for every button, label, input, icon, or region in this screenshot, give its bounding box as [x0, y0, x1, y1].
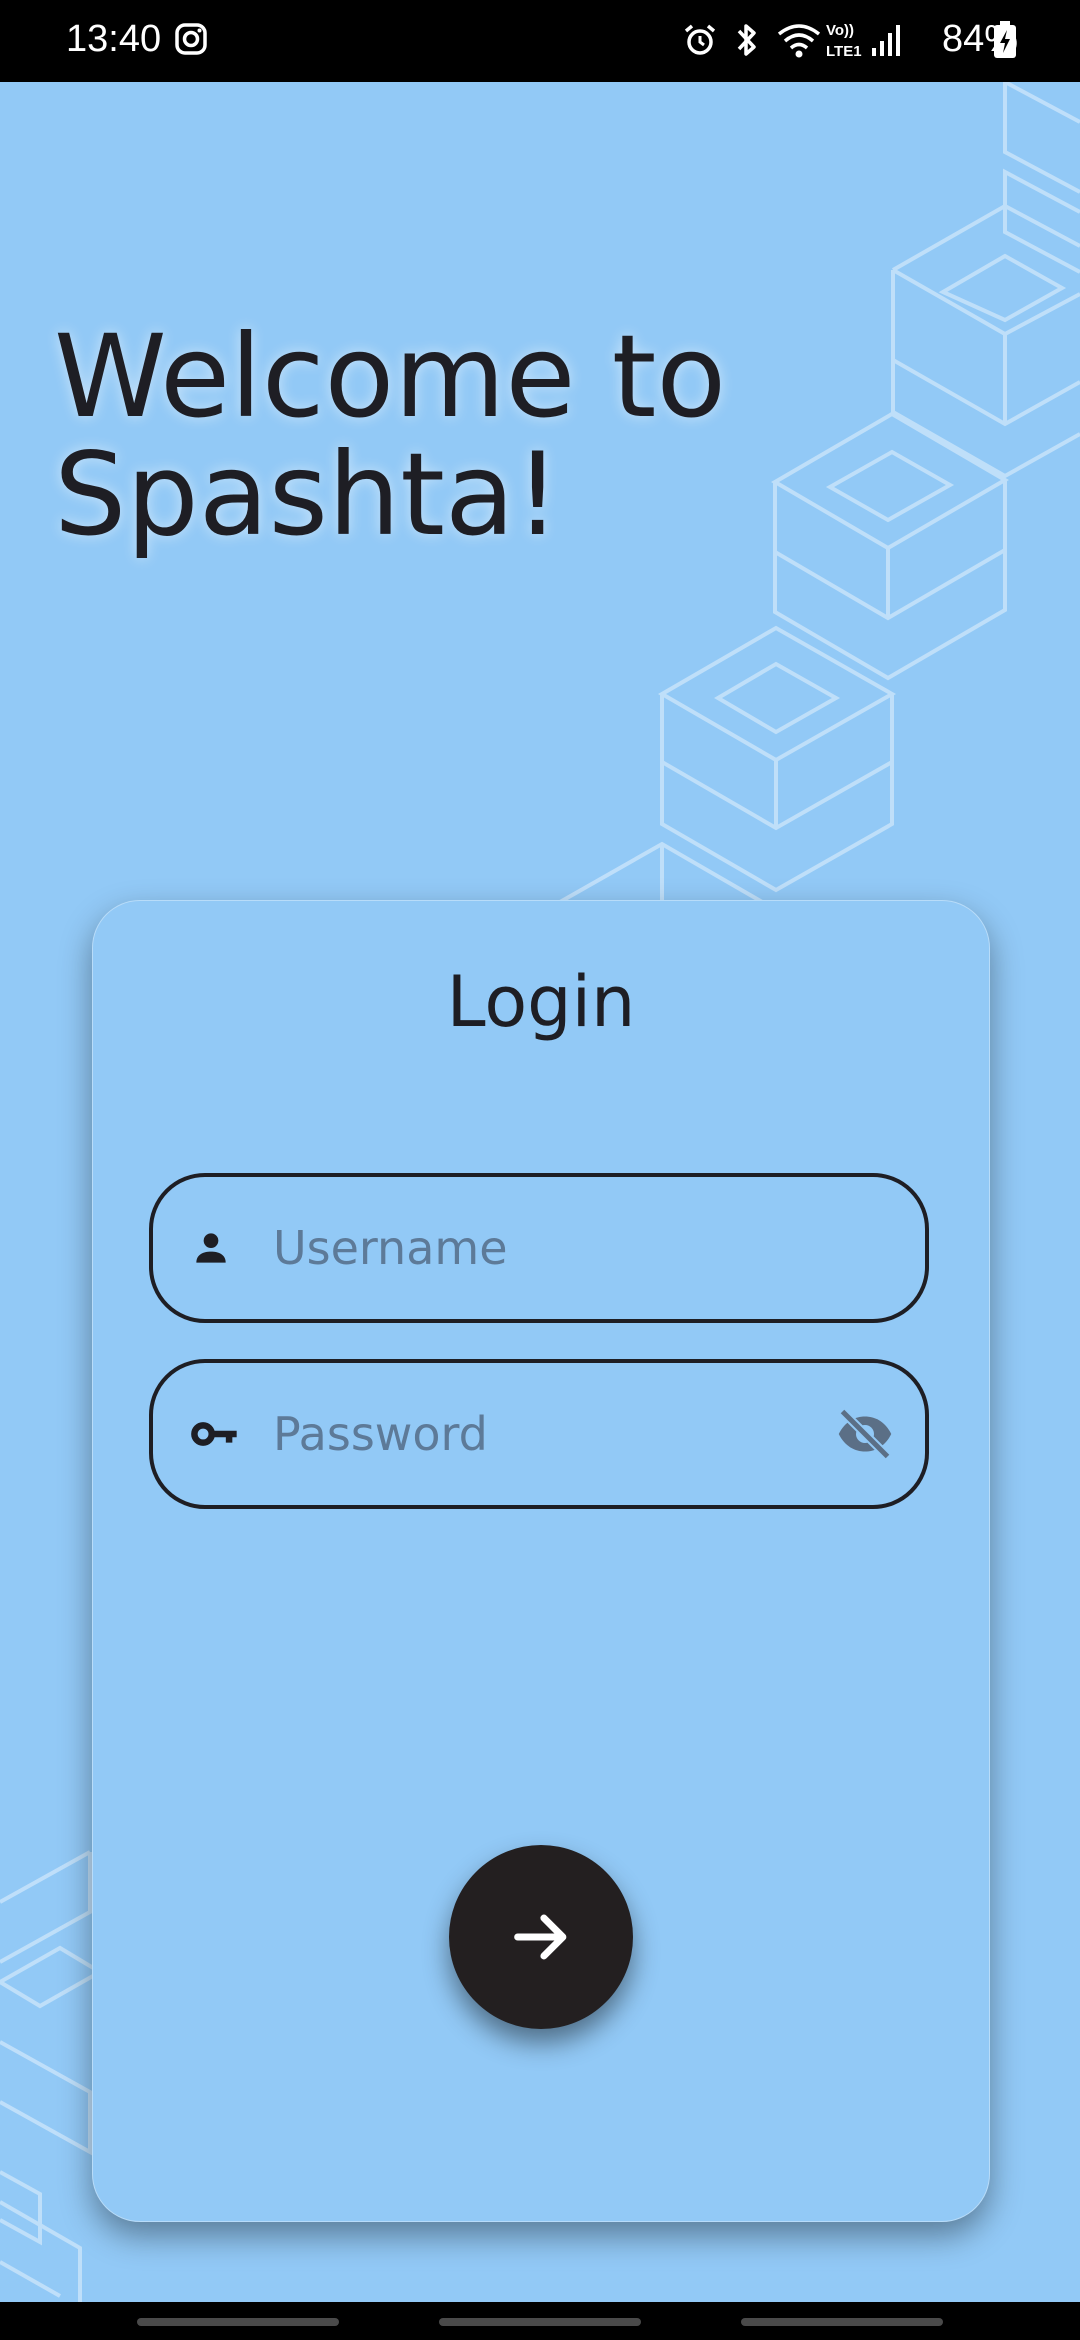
- instagram-icon: [175, 23, 207, 55]
- battery-charging-icon: [994, 21, 1016, 58]
- login-card: Login: [92, 900, 990, 2222]
- welcome-line-1: Welcome to: [54, 310, 727, 443]
- key-icon: [191, 1422, 237, 1446]
- username-input[interactable]: [273, 1177, 793, 1319]
- person-icon: [196, 1233, 226, 1263]
- svg-text:LTE1: LTE1: [826, 43, 862, 60]
- bluetooth-icon: [737, 24, 756, 56]
- password-input[interactable]: [273, 1363, 793, 1505]
- visibility-off-icon[interactable]: [835, 1404, 895, 1464]
- status-time: 13:40: [66, 18, 162, 60]
- status-bar: 13:40 Vo)) LTE1 84%: [0, 0, 1080, 82]
- navigation-bar: [0, 2302, 1080, 2340]
- alarm-icon: [684, 24, 716, 55]
- username-field[interactable]: [149, 1173, 929, 1323]
- signal-icon: [872, 25, 900, 56]
- submit-button[interactable]: [449, 1845, 633, 2029]
- svg-text:Vo)): Vo)): [826, 22, 854, 39]
- nav-back-button[interactable]: [741, 2318, 943, 2326]
- nav-recents-button[interactable]: [137, 2318, 339, 2326]
- welcome-line-2: Spashta!: [54, 428, 561, 561]
- volte-icon: Vo)) LTE1: [826, 22, 862, 60]
- wifi-icon: [777, 24, 821, 58]
- password-field[interactable]: [149, 1359, 929, 1509]
- welcome-heading: Welcome to Spashta!: [54, 318, 726, 554]
- nav-home-button[interactable]: [439, 2318, 641, 2326]
- arrow-forward-icon: [514, 1914, 567, 1960]
- login-title: Login: [446, 961, 636, 1043]
